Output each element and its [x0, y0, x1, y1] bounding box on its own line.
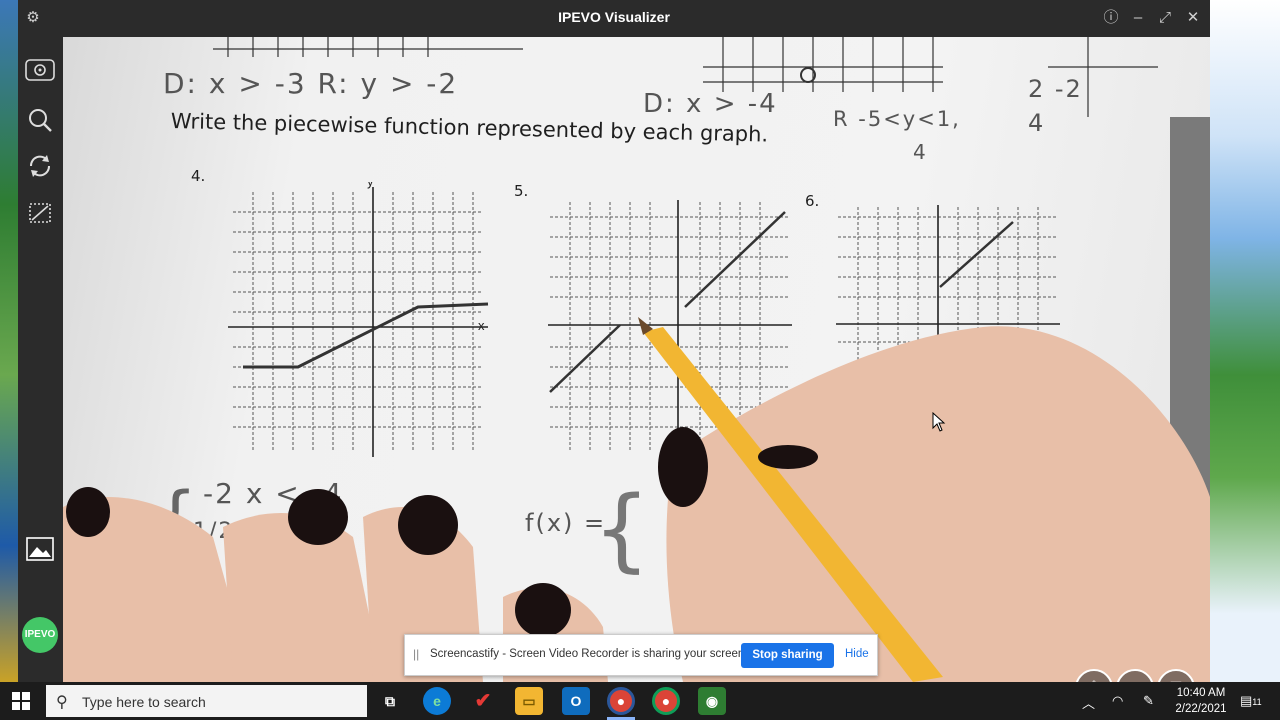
- crop-button[interactable]: [25, 200, 55, 230]
- camera-source-button[interactable]: [25, 59, 55, 89]
- windows-start-icon[interactable]: [12, 692, 30, 710]
- chrome-icon[interactable]: ●: [607, 687, 635, 715]
- image-icon: [26, 537, 54, 561]
- sidebar: IPEVO: [18, 37, 63, 682]
- edge-icon[interactable]: e: [423, 687, 451, 715]
- ipevo-window: ⚙ IPEVO Visualizer ⓘ – ⤢ ✕ IPEVO D: x > …: [18, 0, 1210, 682]
- camera-view: D: x > -3 R: y > -2 D: x > -4 R -5<y<1, …: [63, 37, 1210, 682]
- mouse-cursor-icon: [932, 412, 946, 432]
- search-icon: ⚲: [56, 694, 68, 711]
- checkmark-app-icon[interactable]: ✔: [469, 687, 497, 715]
- search-placeholder: Type here to search: [82, 694, 206, 710]
- outlook-icon[interactable]: O: [562, 687, 590, 715]
- snapshot-button[interactable]: [25, 537, 55, 567]
- magnifier-icon: [29, 109, 52, 132]
- rotate-button[interactable]: [25, 153, 55, 183]
- camera-icon: [25, 59, 55, 81]
- system-clock[interactable]: 10:40 AM 2/22/2021: [1172, 685, 1230, 717]
- close-icon[interactable]: ✕: [1182, 7, 1204, 29]
- task-view-icon[interactable]: ⧉: [376, 687, 404, 715]
- wifi-icon[interactable]: ◠: [1112, 693, 1123, 709]
- ipevo-taskbar-icon[interactable]: ◉: [698, 687, 726, 715]
- notification-count: 11: [1252, 697, 1262, 707]
- zoom-button[interactable]: [25, 107, 55, 137]
- hands-and-pencil: [63, 317, 1210, 682]
- share-message: Screencastify - Screen Video Recorder is…: [430, 648, 748, 660]
- stop-sharing-button[interactable]: Stop sharing: [741, 643, 834, 668]
- taskbar-search-box[interactable]: ⚲ Type here to search: [46, 685, 367, 717]
- file-explorer-icon[interactable]: ▭: [515, 687, 543, 715]
- notifications-icon[interactable]: ▤11: [1240, 693, 1262, 709]
- maximize-icon[interactable]: ⤢: [1154, 7, 1176, 29]
- clock-date: 2/22/2021: [1175, 703, 1227, 715]
- title-bar: ⚙ IPEVO Visualizer ⓘ – ⤢ ✕: [18, 0, 1210, 37]
- windows-taskbar: ⚲ Type here to search ⧉ e ✔ ▭ O ● ● ◉ ︿ …: [0, 682, 1280, 720]
- desktop-wallpaper-right: [1210, 0, 1280, 682]
- hide-button[interactable]: Hide: [845, 648, 869, 660]
- clock-time: 10:40 AM: [1176, 687, 1226, 699]
- ipevo-logo[interactable]: IPEVO: [22, 617, 58, 653]
- rotate-icon: [29, 155, 51, 177]
- info-icon[interactable]: ⓘ: [1100, 7, 1122, 29]
- drag-handle-icon[interactable]: ||: [413, 647, 419, 661]
- minimize-icon[interactable]: –: [1127, 7, 1149, 29]
- crop-icon: [29, 203, 51, 223]
- window-title: IPEVO Visualizer: [558, 9, 670, 25]
- pen-icon[interactable]: ✎: [1143, 693, 1154, 709]
- chrome-icon-2[interactable]: ●: [652, 687, 680, 715]
- desktop-wallpaper-left: [0, 0, 18, 682]
- show-hidden-icons-icon[interactable]: ︿: [1082, 693, 1095, 712]
- screen-share-banner: || Screencastify - Screen Video Recorder…: [404, 634, 878, 676]
